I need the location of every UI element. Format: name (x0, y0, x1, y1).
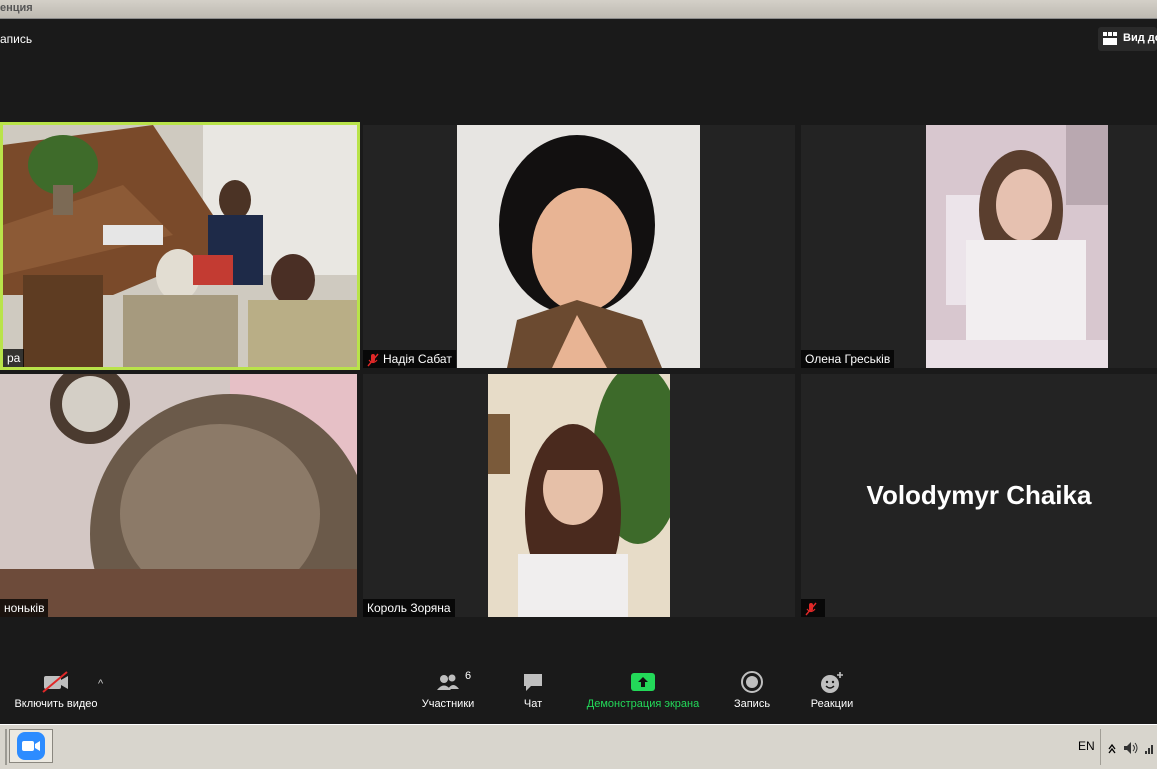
video-feed-image (457, 125, 700, 368)
share-screen-icon (631, 673, 655, 691)
participant-name-tag: Олена Греськів (801, 350, 895, 368)
view-button[interactable]: Вид до (1098, 27, 1157, 51)
record-button[interactable]: Запись (728, 670, 776, 710)
window-title: енция (0, 2, 33, 14)
participant-name: ноньків (4, 601, 45, 615)
video-tile-1[interactable]: ра (0, 122, 360, 370)
participant-name: Надія Сабат (383, 352, 452, 366)
participants-count: 6 (465, 670, 472, 682)
view-button-label: Вид до (1123, 32, 1157, 44)
video-tile-4[interactable]: ноньків (0, 374, 357, 617)
chat-icon (524, 674, 542, 691)
participant-name-tag: Надія Сабат (363, 350, 456, 368)
volume-icon[interactable] (1123, 741, 1139, 755)
chat-label: Чат (523, 698, 543, 710)
participant-name: Король Зоряна (367, 601, 451, 615)
participant-name-tag: Король Зоряна (363, 599, 455, 617)
participant-name: ра (7, 351, 21, 365)
recording-indicator: апись (0, 32, 33, 46)
os-taskbar: EN (0, 724, 1157, 769)
video-off-icon (42, 671, 68, 693)
video-tile-5[interactable]: Король Зоряна (363, 374, 795, 617)
share-screen-button[interactable]: Демонстрация экрана (578, 670, 708, 710)
participants-button[interactable]: 6 Участники (415, 670, 481, 710)
muted-mic-icon (805, 602, 817, 616)
share-screen-label: Демонстрация экрана (586, 698, 700, 710)
participants-icon (437, 674, 459, 690)
tray-expand-icon[interactable] (1107, 741, 1117, 755)
video-tile-3[interactable]: Олена Греськів (801, 125, 1157, 368)
network-icon[interactable] (1145, 741, 1155, 755)
record-label: Запись (733, 698, 771, 710)
muted-mic-icon (367, 353, 379, 367)
zoom-taskbar-button[interactable] (9, 729, 53, 763)
language-indicator[interactable]: EN (1078, 739, 1095, 753)
start-video-button[interactable]: Включить видео (10, 670, 102, 710)
gallery-view-icon (1103, 32, 1117, 45)
participant-name-tag: ра (3, 349, 25, 367)
reactions-icon (821, 672, 843, 693)
video-feed-image (488, 374, 670, 617)
participants-label: Участники (421, 698, 475, 710)
zoom-app-icon (17, 732, 45, 760)
participant-name-tag: ноньків (0, 599, 49, 617)
video-feed-image (0, 374, 357, 617)
participant-name: Олена Греськів (805, 352, 891, 366)
video-feed-image (926, 125, 1108, 368)
record-icon (741, 671, 763, 693)
reactions-button[interactable]: Реакции (806, 670, 858, 710)
video-tile-6[interactable]: Volodymyr Chaika (801, 374, 1157, 617)
video-tile-2[interactable]: Надія Сабат (363, 125, 795, 368)
system-tray (1100, 729, 1157, 765)
start-video-label: Включить видео (14, 698, 98, 710)
taskbar-divider (5, 729, 7, 765)
meeting-toolbar: Включить видео ^ 6 Участники Чат Демонст… (0, 660, 1157, 724)
video-feed-image (3, 125, 357, 367)
video-options-caret[interactable]: ^ (98, 678, 103, 690)
participant-display-name: Volodymyr Chaika (866, 480, 1092, 510)
window-titlebar: енция (0, 0, 1157, 19)
chat-button[interactable]: Чат (513, 670, 553, 710)
reactions-label: Реакции (810, 698, 854, 710)
participant-name-tag (801, 599, 825, 617)
